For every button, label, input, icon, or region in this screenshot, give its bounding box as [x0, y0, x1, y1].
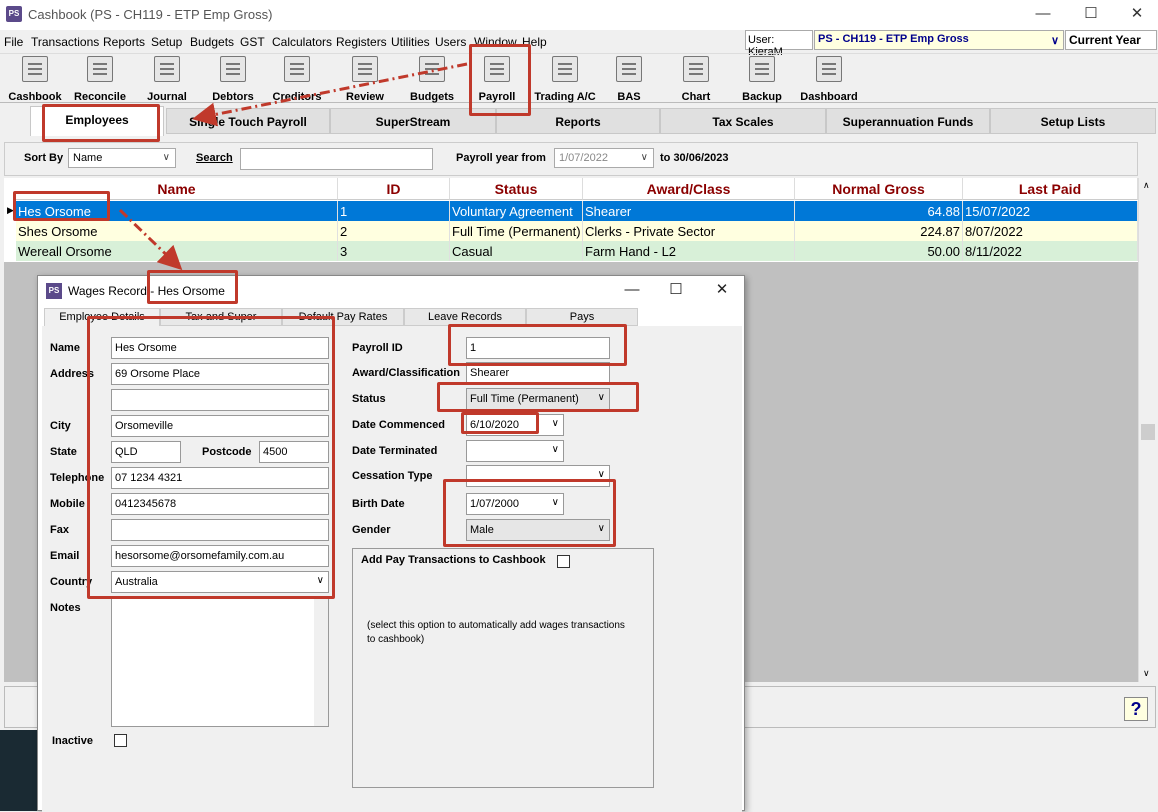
annotation-arrows [118, 62, 468, 271]
arrow-payroll-to-employees [192, 62, 468, 127]
arrow-row-to-dialog [118, 208, 183, 271]
